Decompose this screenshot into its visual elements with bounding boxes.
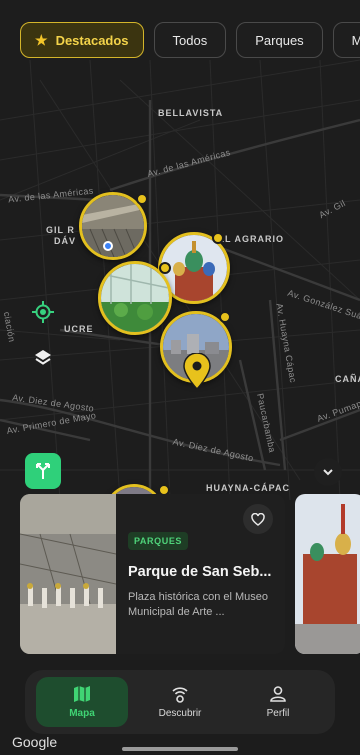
map-label-huayna-capac: HUAYNA-CÁPAC bbox=[206, 483, 291, 493]
pin-badge bbox=[219, 311, 231, 323]
map-label-gil-r: GIL R bbox=[46, 225, 75, 235]
favorite-button[interactable] bbox=[243, 504, 273, 534]
filter-chip-label: Muse bbox=[351, 32, 360, 48]
pin-badge bbox=[136, 193, 148, 205]
category-badge: PARQUES bbox=[128, 532, 189, 550]
collapse-cards-button[interactable] bbox=[314, 458, 342, 486]
filter-chip-todos[interactable]: Todos bbox=[153, 22, 227, 58]
map-label-el-agrario: EL AGRARIO bbox=[218, 234, 285, 244]
pin-badge bbox=[159, 262, 171, 274]
filter-chip-bar: ★ Destacados Todos Parques Muse bbox=[20, 22, 360, 58]
star-icon: ★ bbox=[35, 31, 48, 48]
place-card-description: Plaza histórica con el Museo Municipal d… bbox=[128, 591, 269, 618]
place-card-image bbox=[20, 494, 116, 654]
chevron-down-icon bbox=[323, 469, 333, 476]
app-root: BELLAVISTA Av. de las Américas Av. de la… bbox=[0, 0, 360, 755]
heart-icon bbox=[251, 512, 265, 526]
nav-item-label: Perfil bbox=[266, 708, 290, 719]
place-card-body: PARQUES Parque de San Seb... Plaza histó… bbox=[116, 494, 285, 654]
map-icon bbox=[74, 686, 90, 702]
map-label-dav: DÁV bbox=[54, 236, 77, 246]
nav-item-descubrir[interactable]: Descubrir bbox=[134, 677, 226, 727]
my-location-button[interactable] bbox=[30, 299, 56, 325]
google-logo: Google bbox=[12, 734, 58, 750]
bottom-navigation: Mapa Descubrir Perfil bbox=[25, 670, 335, 734]
pin-badge bbox=[212, 232, 224, 244]
construction-thumbnail bbox=[82, 195, 144, 257]
current-location-dot bbox=[103, 241, 113, 251]
place-card-next-image bbox=[295, 494, 360, 654]
nav-item-perfil[interactable]: Perfil bbox=[232, 677, 324, 727]
filter-chip-destacados[interactable]: ★ Destacados bbox=[20, 22, 144, 58]
layers-button[interactable] bbox=[30, 345, 56, 371]
route-button[interactable] bbox=[25, 453, 61, 489]
filter-chip-label: Todos bbox=[172, 32, 208, 48]
place-card[interactable]: PARQUES Parque de San Seb... Plaza histó… bbox=[20, 494, 285, 654]
home-indicator[interactable] bbox=[122, 747, 238, 751]
nav-item-label: Descubrir bbox=[158, 708, 202, 719]
place-card-title: Parque de San Seb... bbox=[128, 564, 272, 580]
place-card-next[interactable] bbox=[295, 494, 360, 654]
discover-icon bbox=[172, 687, 188, 703]
fork-route-icon bbox=[36, 463, 50, 479]
filter-chip-label: Destacados bbox=[55, 32, 129, 48]
nav-item-mapa[interactable]: Mapa bbox=[36, 677, 128, 727]
selected-location-marker[interactable] bbox=[182, 353, 212, 389]
profile-icon bbox=[270, 686, 286, 702]
map-label-bellavista: BELLAVISTA bbox=[158, 108, 224, 118]
layers-icon bbox=[35, 350, 51, 365]
greenhouse-thumbnail bbox=[101, 264, 169, 332]
nav-item-label: Mapa bbox=[69, 708, 95, 719]
map-label-ucre: UCRE bbox=[64, 324, 94, 334]
filter-chip-museos[interactable]: Muse bbox=[332, 22, 360, 58]
crosshair-icon bbox=[32, 301, 54, 323]
filter-chip-label: Parques bbox=[255, 32, 304, 48]
filter-chip-parques[interactable]: Parques bbox=[236, 22, 323, 58]
map-label-canas: CAÑA bbox=[335, 374, 360, 384]
